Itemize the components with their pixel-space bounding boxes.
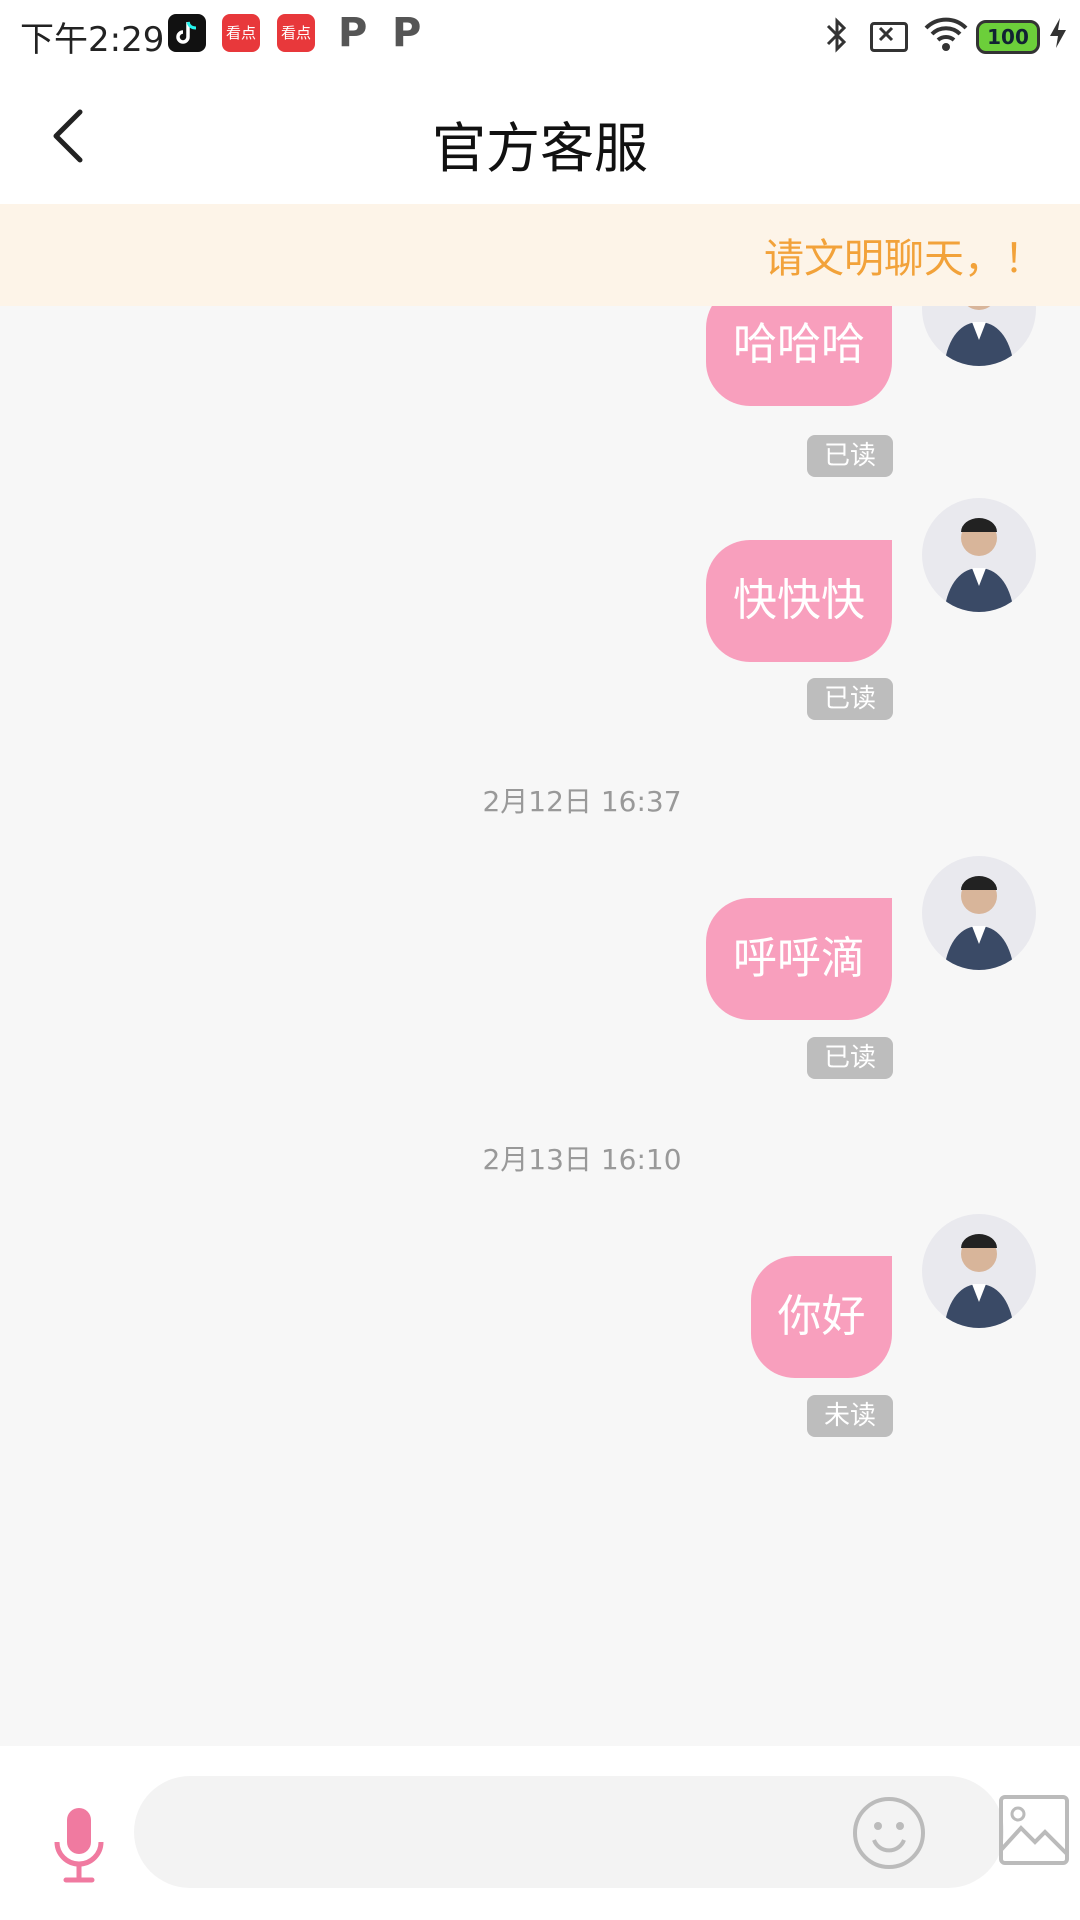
chat-area[interactable]: 哈哈哈 已读 快快快 已读 2月12日 16:37 呼呼滴 已读 2月13日 1… — [0, 306, 1080, 1746]
avatar[interactable] — [922, 856, 1036, 970]
message-bubble[interactable]: 你好 — [751, 1256, 892, 1378]
message-bubble[interactable]: 哈哈哈 — [706, 306, 892, 406]
p-icon: P — [338, 10, 368, 56]
wifi-icon — [922, 16, 970, 56]
p-icon: P — [392, 10, 422, 56]
microphone-icon[interactable] — [52, 1806, 106, 1886]
message-bubble[interactable]: 呼呼滴 — [706, 898, 892, 1020]
avatar[interactable] — [922, 498, 1036, 612]
bluetooth-icon — [824, 16, 850, 63]
emoji-icon[interactable] — [852, 1796, 926, 1870]
battery-icon: 100 — [976, 20, 1040, 54]
timestamp: 2月12日 16:37 — [482, 785, 682, 818]
status-bar: 下午2:29 看点 看点 P P 100 — [0, 0, 1080, 70]
message-bubble[interactable]: 快快快 — [706, 540, 892, 662]
read-status-badge: 已读 — [807, 678, 893, 720]
notice-banner: 请文明聊天，！ — [0, 204, 1080, 306]
avatar[interactable] — [922, 1214, 1036, 1328]
page-title: 官方客服 — [432, 117, 648, 180]
avatar[interactable] — [922, 306, 1036, 366]
read-status-badge: 未读 — [807, 1395, 893, 1437]
status-time: 下午2:29 — [20, 20, 165, 60]
image-picker-icon[interactable] — [998, 1794, 1070, 1866]
no-sim-icon — [870, 22, 908, 52]
tiktok-icon — [168, 14, 206, 52]
notice-text: 请文明聊天，！ — [764, 236, 1044, 282]
charging-icon — [1048, 16, 1068, 58]
input-bar — [0, 1746, 1080, 1920]
read-status-badge: 已读 — [807, 1037, 893, 1079]
timestamp: 2月13日 16:10 — [482, 1143, 682, 1176]
kandian-icon: 看点 — [277, 14, 315, 52]
read-status-badge: 已读 — [807, 435, 893, 477]
kandian-icon: 看点 — [222, 14, 260, 52]
title-bar: 官方客服 — [0, 70, 1080, 204]
